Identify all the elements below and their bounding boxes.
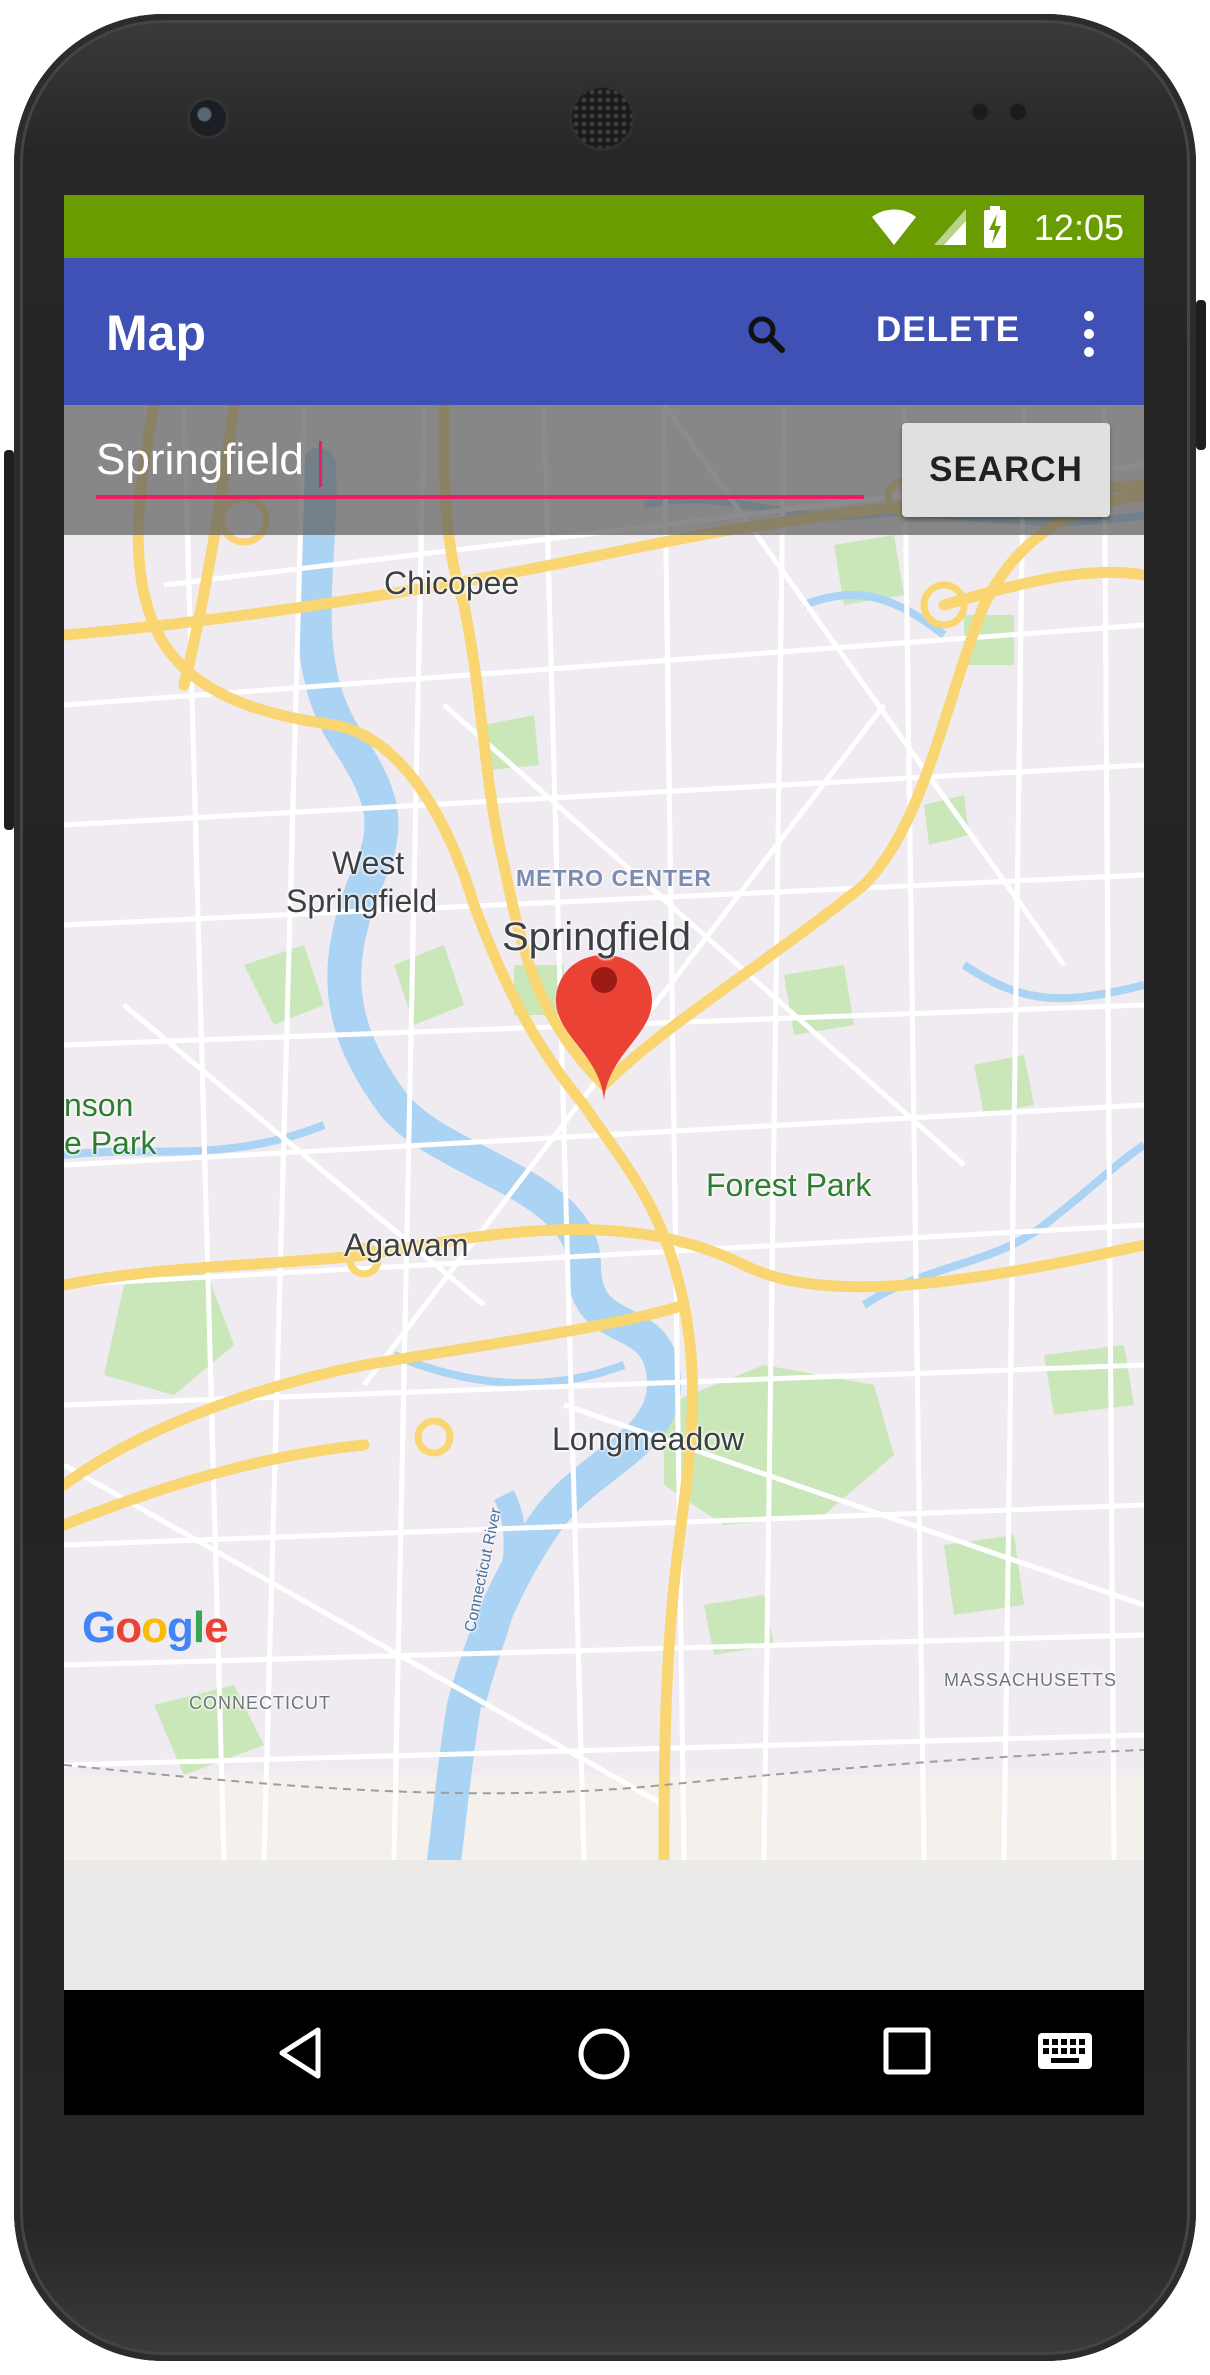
battery-charging-icon xyxy=(984,206,1006,248)
google-logo: Google xyxy=(82,1603,229,1652)
back-icon[interactable] xyxy=(276,2026,324,2080)
map-label-springfield: Springfield xyxy=(502,915,692,959)
search-input-underline xyxy=(96,495,864,499)
app-bar: Map DELETE xyxy=(64,258,1144,405)
phone-device: Chicopee West Springfield METRO CENTER S… xyxy=(0,0,1210,2375)
search-input[interactable] xyxy=(96,435,856,485)
status-bar: 12:05 xyxy=(64,195,1144,258)
volume-button xyxy=(4,450,14,830)
status-icons xyxy=(870,206,1008,248)
app-title: Map xyxy=(106,305,206,361)
map-label-massachusetts: MASSACHUSETTS xyxy=(944,1670,1118,1690)
navigation-bar xyxy=(64,1990,1144,2115)
front-camera xyxy=(190,100,226,136)
home-icon[interactable] xyxy=(576,2026,632,2082)
more-vert-icon[interactable] xyxy=(1074,304,1104,364)
status-time: 12:05 xyxy=(1033,207,1124,248)
map-label-longmeadow: Longmeadow xyxy=(552,1421,745,1457)
search-icon[interactable] xyxy=(742,310,792,360)
map-label-connecticut: CONNECTICUT xyxy=(189,1693,331,1713)
delete-button[interactable]: DELETE xyxy=(876,310,1020,350)
search-bar: SEARCH xyxy=(64,405,1144,535)
map-label-metro-center: METRO CENTER xyxy=(516,865,712,891)
map-label-robinson-line2: e Park xyxy=(64,1125,157,1161)
text-caret xyxy=(319,441,322,487)
power-button xyxy=(1196,300,1206,450)
map-label-west-springfield-line2: Springfield xyxy=(286,883,438,919)
light-sensor xyxy=(1010,104,1026,120)
wifi-icon xyxy=(872,209,916,245)
marker-dot xyxy=(591,967,617,993)
keyboard-icon[interactable] xyxy=(1037,2032,1093,2072)
recents-icon[interactable] xyxy=(882,2026,932,2076)
earpiece-speaker xyxy=(572,88,632,148)
proximity-sensor xyxy=(972,104,988,120)
map-view[interactable]: Chicopee West Springfield METRO CENTER S… xyxy=(64,405,1144,1860)
map-label-forest-park: Forest Park xyxy=(706,1167,872,1203)
map-label-robinson-line1: nson xyxy=(64,1087,134,1123)
map-label-agawam: Agawam xyxy=(344,1227,469,1263)
screen: Chicopee West Springfield METRO CENTER S… xyxy=(64,195,1144,2115)
map-label-chicopee: Chicopee xyxy=(384,565,520,601)
search-button[interactable]: SEARCH xyxy=(902,423,1110,517)
map-label-west-springfield-line1: West xyxy=(332,845,405,881)
cellular-signal-icon xyxy=(934,209,966,245)
